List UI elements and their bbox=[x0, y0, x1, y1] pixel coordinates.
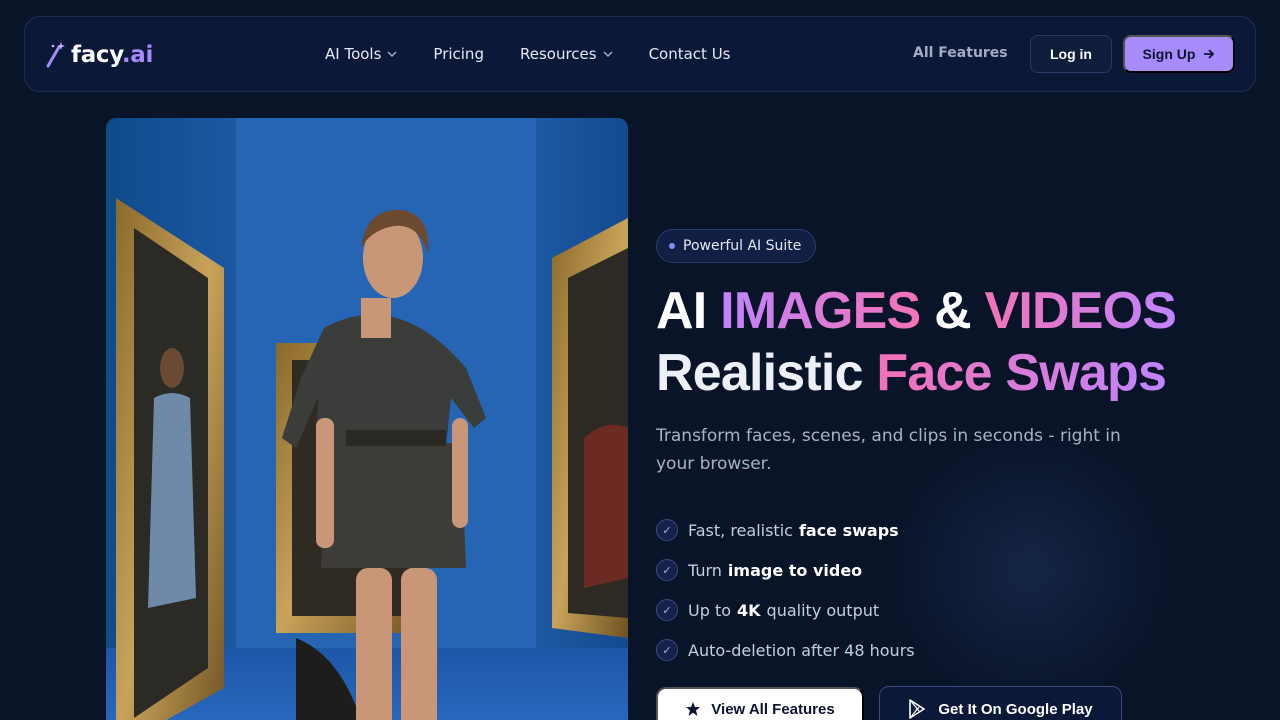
list-item: ✓ Auto-deletion after 48 hours bbox=[656, 630, 915, 670]
check-icon: ✓ bbox=[656, 519, 678, 541]
suite-badge: Powerful AI Suite bbox=[656, 229, 817, 263]
main-nav: AI Tools Pricing Resources Contact Us bbox=[325, 17, 731, 91]
check-icon: ✓ bbox=[656, 559, 678, 581]
chevron-down-icon bbox=[603, 51, 613, 58]
hero-image bbox=[106, 118, 628, 720]
list-item: ✓ Up to 4K quality output bbox=[656, 590, 915, 630]
list-item: ✓ Fast, realistic face swaps bbox=[656, 510, 915, 550]
top-navbar: facy.ai AI Tools Pricing Resources Conta… bbox=[24, 16, 1256, 92]
google-play-button[interactable]: Get It On Google Play bbox=[879, 686, 1122, 720]
chevron-down-icon bbox=[387, 51, 397, 58]
magic-wand-icon bbox=[46, 42, 65, 68]
feature-list: ✓ Fast, realistic face swaps ✓ Turn image … bbox=[656, 510, 915, 670]
check-icon: ✓ bbox=[656, 639, 678, 661]
list-item: ✓ Turn image to video bbox=[656, 550, 915, 590]
hero-headline: AI IMAGES & VIDEOS Realistic Face Swaps bbox=[656, 282, 1177, 402]
nav-ai-tools[interactable]: AI Tools bbox=[325, 45, 397, 63]
nav-contact-us[interactable]: Contact Us bbox=[649, 45, 731, 63]
gallery-woman-illustration bbox=[106, 118, 628, 720]
view-all-features-button[interactable]: View All Features bbox=[656, 687, 864, 720]
check-icon: ✓ bbox=[656, 599, 678, 621]
login-button[interactable]: Log in bbox=[1030, 35, 1112, 73]
nav-pricing[interactable]: Pricing bbox=[433, 45, 484, 63]
brand-name: facy.ai bbox=[71, 42, 154, 68]
hero-subtitle: Transform faces, scenes, and clips in se… bbox=[656, 426, 1121, 474]
badge-dot-icon bbox=[669, 243, 675, 249]
nav-resources[interactable]: Resources bbox=[520, 45, 613, 63]
all-features-link[interactable]: All Features bbox=[913, 45, 1008, 61]
brand-logo[interactable]: facy.ai bbox=[45, 39, 153, 71]
google-play-icon bbox=[909, 699, 926, 719]
background-glow bbox=[880, 440, 1180, 700]
arrow-right-icon bbox=[1204, 49, 1215, 59]
star-icon bbox=[686, 702, 701, 716]
signup-button[interactable]: Sign Up bbox=[1123, 35, 1235, 73]
